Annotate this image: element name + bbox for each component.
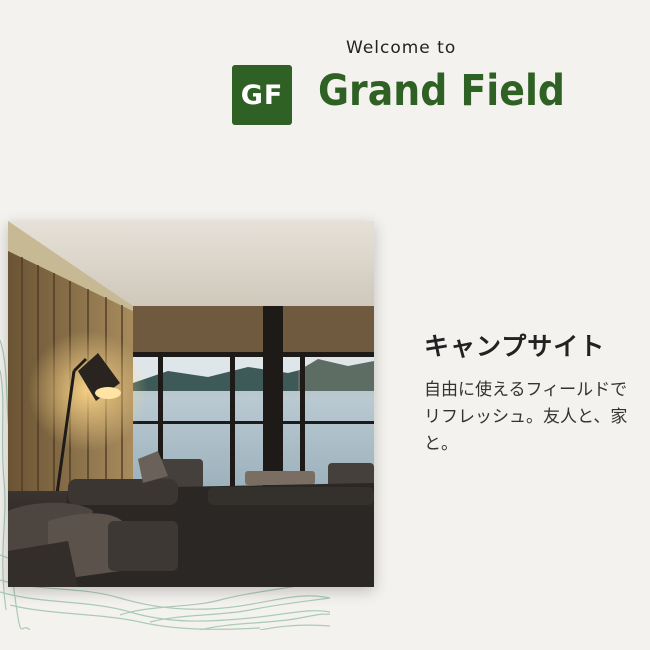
- site-header: Welcome to GF Grand Field: [0, 0, 650, 140]
- feature-description: 自由に使えるフィールドで リフレッシュ。友人と、家 と。: [424, 377, 650, 458]
- feature-title: キャンプサイト: [424, 332, 606, 361]
- logo-icon[interactable]: GF: [232, 65, 292, 125]
- logo-mark: GF: [240, 79, 284, 111]
- welcome-text: Welcome to: [346, 38, 457, 58]
- brand-name[interactable]: Grand Field: [318, 66, 565, 116]
- feature-text: キャンプサイト 自由に使えるフィールドで リフレッシュ。友人と、家 と。: [424, 330, 650, 458]
- campsite-photo[interactable]: [8, 221, 374, 587]
- feature-description-line: 自由に使えるフィールドで: [424, 380, 628, 400]
- lake-cabin-living-room-photo-icon: [8, 221, 374, 587]
- feature-description-line: と。: [424, 434, 458, 454]
- feature-description-line: リフレッシュ。友人と、家: [424, 407, 628, 427]
